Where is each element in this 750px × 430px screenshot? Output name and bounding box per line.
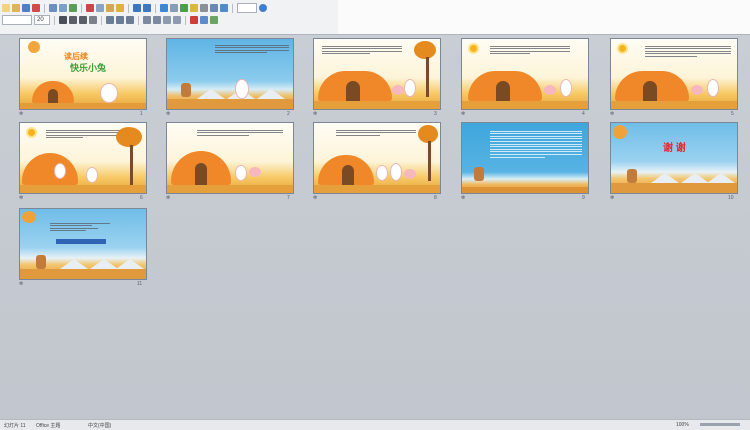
slide-number-8: 8 bbox=[434, 195, 437, 201]
slide-10-transition-icon[interactable]: ✻ bbox=[610, 195, 614, 201]
open-icon[interactable] bbox=[12, 4, 20, 12]
slide-6-text bbox=[46, 128, 120, 140]
align-right-icon[interactable] bbox=[126, 16, 134, 24]
standard-toolbar bbox=[0, 2, 267, 14]
permission-icon[interactable] bbox=[32, 4, 40, 12]
slide-7-transition-icon[interactable]: ✻ bbox=[166, 195, 170, 201]
slide-number-11: 11 bbox=[137, 281, 143, 287]
slide-5-transition-icon[interactable]: ✻ bbox=[610, 111, 614, 117]
toolbar-empty-area bbox=[338, 0, 750, 34]
spelling-icon[interactable] bbox=[69, 4, 77, 12]
slide-1-transition-icon[interactable]: ✻ bbox=[19, 111, 23, 117]
zoom-slider[interactable] bbox=[700, 423, 740, 426]
status-language: 中文(中国) bbox=[88, 423, 112, 429]
align-center-icon[interactable] bbox=[116, 16, 124, 24]
slide-thumbnail-5[interactable] bbox=[610, 38, 738, 110]
slide-10-thanks: 谢 谢 bbox=[663, 143, 686, 154]
slide-9-text bbox=[490, 129, 582, 159]
color-icon[interactable] bbox=[220, 4, 228, 12]
slide-number-2: 2 bbox=[287, 111, 290, 117]
slide-4-text bbox=[490, 44, 570, 56]
slide-thumbnail-11[interactable] bbox=[19, 208, 147, 280]
preview-icon[interactable] bbox=[59, 4, 67, 12]
bullets-icon[interactable] bbox=[153, 16, 161, 24]
slide-thumbnail-10[interactable]: 谢 谢 bbox=[610, 122, 738, 194]
slide-thumbnail-9[interactable] bbox=[461, 122, 589, 194]
slide-thumbnail-3[interactable] bbox=[313, 38, 441, 110]
help-icon[interactable] bbox=[259, 4, 267, 12]
slide-3-text bbox=[322, 44, 402, 56]
slide-number-1: 1 bbox=[140, 111, 143, 117]
slide-number-3: 3 bbox=[434, 111, 437, 117]
formatting-toolbar: 20 bbox=[0, 14, 218, 26]
save-icon[interactable] bbox=[22, 4, 30, 12]
shadow-icon[interactable] bbox=[89, 16, 97, 24]
expand-icon[interactable] bbox=[210, 4, 218, 12]
new-icon[interactable] bbox=[2, 4, 10, 12]
slide-4-transition-icon[interactable]: ✻ bbox=[461, 111, 465, 117]
chart-icon[interactable] bbox=[180, 4, 188, 12]
slide-8-transition-icon[interactable]: ✻ bbox=[313, 195, 317, 201]
slide-thumbnail-8[interactable] bbox=[313, 122, 441, 194]
slide-1-title-line2: 快乐小兔 bbox=[70, 63, 107, 73]
paste-icon[interactable] bbox=[106, 4, 114, 12]
slide-sorter: 读后续 快乐小兔 谢 谢 ✻ 1 ✻ 2 ✻ 3 ✻ 4 ✻ 5 ✻ 6 ✻ 7… bbox=[0, 34, 750, 419]
grid-icon[interactable] bbox=[200, 4, 208, 12]
slide-thumbnail-6[interactable] bbox=[19, 122, 147, 194]
hyperlink-icon[interactable] bbox=[160, 4, 168, 12]
slide-thumbnail-7[interactable] bbox=[166, 122, 294, 194]
slide-11-transition-icon[interactable]: ✻ bbox=[19, 281, 23, 287]
underline-icon[interactable] bbox=[79, 16, 87, 24]
cut-icon[interactable] bbox=[86, 4, 94, 12]
slide-3-transition-icon[interactable]: ✻ bbox=[313, 111, 317, 117]
slide-7-text bbox=[197, 128, 283, 137]
slide-thumbnail-2[interactable] bbox=[166, 38, 294, 110]
redo-icon[interactable] bbox=[143, 4, 151, 12]
slide-2-transition-icon[interactable]: ✻ bbox=[166, 111, 170, 117]
align-left-icon[interactable] bbox=[106, 16, 114, 24]
status-zoom[interactable]: 100% bbox=[676, 422, 689, 428]
design-icon[interactable] bbox=[200, 16, 208, 24]
slide-number-7: 7 bbox=[287, 195, 290, 201]
font-size-select[interactable]: 20 bbox=[34, 15, 50, 25]
slide-11-text bbox=[50, 221, 110, 233]
italic-icon[interactable] bbox=[69, 16, 77, 24]
toolbar: 20 bbox=[0, 0, 750, 35]
numbering-icon[interactable] bbox=[143, 16, 151, 24]
slide-number-5: 5 bbox=[731, 111, 734, 117]
slide-thumbnail-4[interactable] bbox=[461, 38, 589, 110]
font-color-icon[interactable] bbox=[190, 16, 198, 24]
decrease-font-icon[interactable] bbox=[173, 16, 181, 24]
slide-5-text bbox=[645, 44, 731, 59]
undo-icon[interactable] bbox=[133, 4, 141, 12]
slide-9-transition-icon[interactable]: ✻ bbox=[461, 195, 465, 201]
slide-thumbnail-1[interactable]: 读后续 快乐小兔 bbox=[19, 38, 147, 110]
slide-number-10: 10 bbox=[728, 195, 734, 201]
slide-number-9: 9 bbox=[582, 195, 585, 201]
copy-icon[interactable] bbox=[96, 4, 104, 12]
format-painter-icon[interactable] bbox=[116, 4, 124, 12]
slide-8-text bbox=[336, 128, 416, 137]
bold-icon[interactable] bbox=[59, 16, 67, 24]
slide-number-6: 6 bbox=[140, 195, 143, 201]
increase-font-icon[interactable] bbox=[163, 16, 171, 24]
status-bar: 幻灯片 11 Office 主题 中文(中国) 100% bbox=[0, 419, 750, 430]
font-name-select[interactable] bbox=[2, 15, 32, 25]
slide-number-4: 4 bbox=[582, 111, 585, 117]
new-slide-icon[interactable] bbox=[210, 16, 218, 24]
print-icon[interactable] bbox=[49, 4, 57, 12]
zoom-select[interactable] bbox=[237, 3, 257, 13]
table-icon[interactable] bbox=[170, 4, 178, 12]
status-slide-info: 幻灯片 11 bbox=[4, 423, 26, 429]
picture-icon[interactable] bbox=[190, 4, 198, 12]
status-theme: Office 主题 bbox=[36, 423, 61, 429]
slide-6-transition-icon[interactable]: ✻ bbox=[19, 195, 23, 201]
slide-2-text bbox=[215, 43, 289, 55]
